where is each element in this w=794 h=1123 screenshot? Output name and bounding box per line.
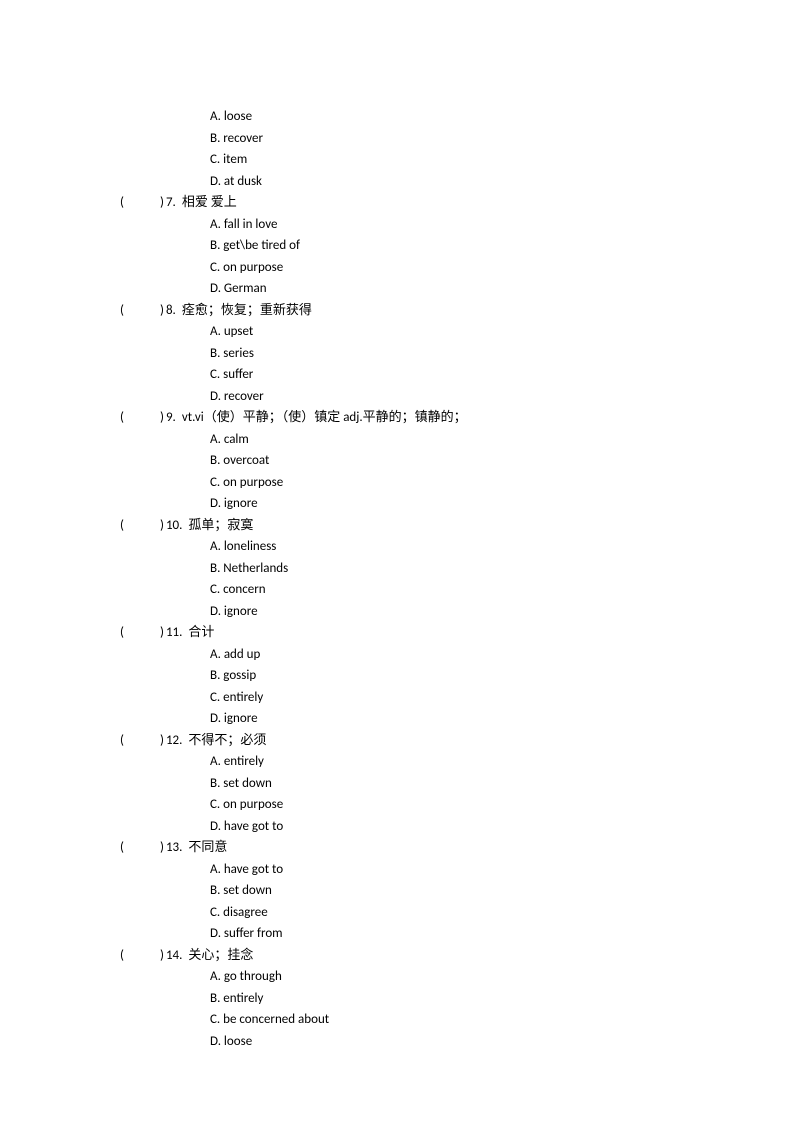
answer-option: D. ignore: [120, 708, 794, 730]
question-number: 13.: [166, 837, 182, 859]
answer-blank-open[interactable]: (: [120, 622, 160, 644]
answer-option: B. recover: [120, 128, 794, 150]
question-number: 9.: [166, 407, 176, 429]
question-prompt: 孤单；寂寞: [188, 515, 253, 537]
question-row: ( ) 11. 合计: [120, 622, 794, 644]
answer-option: B. series: [120, 343, 794, 365]
answer-option: A. loose: [120, 106, 794, 128]
answer-blank-close: ): [160, 407, 164, 429]
question-row: ( ) 10. 孤单；寂寞: [120, 515, 794, 537]
answer-option: B. entirely: [120, 988, 794, 1010]
answer-option: B. set down: [120, 880, 794, 902]
question-prompt: 不同意: [188, 837, 227, 859]
answer-option: D. recover: [120, 386, 794, 408]
answer-option: C. disagree: [120, 902, 794, 924]
answer-blank-close: ): [160, 622, 164, 644]
answer-blank-open[interactable]: (: [120, 837, 160, 859]
answer-option: A. calm: [120, 429, 794, 451]
answer-option: C. item: [120, 149, 794, 171]
answer-option: C. on purpose: [120, 257, 794, 279]
question-number: 11.: [166, 622, 182, 644]
answer-option: A. fall in love: [120, 214, 794, 236]
answer-option: D. ignore: [120, 493, 794, 515]
answer-option: A. loneliness: [120, 536, 794, 558]
question-number: 8.: [166, 300, 176, 322]
answer-option: D. at dusk: [120, 171, 794, 193]
question-prompt: 合计: [188, 622, 214, 644]
answer-option: D. have got to: [120, 816, 794, 838]
answer-option: C. entirely: [120, 687, 794, 709]
answer-option: C. on purpose: [120, 794, 794, 816]
question-number: 7.: [166, 192, 176, 214]
answer-blank-close: ): [160, 837, 164, 859]
document-content: A. loose B. recover C. item D. at dusk (…: [0, 0, 794, 1052]
question-row: ( ) 8. 痊愈；恢复；重新获得: [120, 300, 794, 322]
answer-option: C. on purpose: [120, 472, 794, 494]
question-number: 10.: [166, 515, 182, 537]
answer-blank-open[interactable]: (: [120, 300, 160, 322]
answer-blank-open[interactable]: (: [120, 192, 160, 214]
answer-blank-open[interactable]: (: [120, 730, 160, 752]
answer-blank-close: ): [160, 192, 164, 214]
question-row: ( ) 13. 不同意: [120, 837, 794, 859]
answer-blank-open[interactable]: (: [120, 945, 160, 967]
answer-blank-open[interactable]: (: [120, 515, 160, 537]
question-row: ( ) 12. 不得不；必须: [120, 730, 794, 752]
answer-option: C. be concerned about: [120, 1009, 794, 1031]
question-prompt: 痊愈；恢复；重新获得: [182, 300, 312, 322]
question-number: 14.: [166, 945, 182, 967]
answer-blank-close: ): [160, 730, 164, 752]
answer-option: C. suffer: [120, 364, 794, 386]
answer-blank-close: ): [160, 300, 164, 322]
answer-option: A. add up: [120, 644, 794, 666]
answer-blank-close: ): [160, 515, 164, 537]
question-prompt: vt.vi（使）平静；（使）镇定 adj.平静的；镇静的；: [182, 407, 467, 429]
answer-blank-close: ): [160, 945, 164, 967]
answer-option: D. loose: [120, 1031, 794, 1053]
question-number: 12.: [166, 730, 182, 752]
question-prompt: 相爱 爱上: [182, 192, 237, 214]
answer-option: B. gossip: [120, 665, 794, 687]
question-row: ( ) 14. 关心；挂念: [120, 945, 794, 967]
answer-option: D. suffer from: [120, 923, 794, 945]
answer-option: A. upset: [120, 321, 794, 343]
question-prompt: 不得不；必须: [188, 730, 266, 752]
answer-option: A. have got to: [120, 859, 794, 881]
answer-option: B. Netherlands: [120, 558, 794, 580]
answer-option: D. ignore: [120, 601, 794, 623]
answer-option: A. go through: [120, 966, 794, 988]
question-prompt: 关心；挂念: [188, 945, 253, 967]
answer-option: D. German: [120, 278, 794, 300]
question-row: ( ) 9. vt.vi（使）平静；（使）镇定 adj.平静的；镇静的；: [120, 407, 794, 429]
answer-option: C. concern: [120, 579, 794, 601]
answer-option: B. set down: [120, 773, 794, 795]
answer-blank-open[interactable]: (: [120, 407, 160, 429]
answer-option: A. entirely: [120, 751, 794, 773]
question-row: ( ) 7. 相爱 爱上: [120, 192, 794, 214]
answer-option: B. overcoat: [120, 450, 794, 472]
answer-option: B. get\be tired of: [120, 235, 794, 257]
